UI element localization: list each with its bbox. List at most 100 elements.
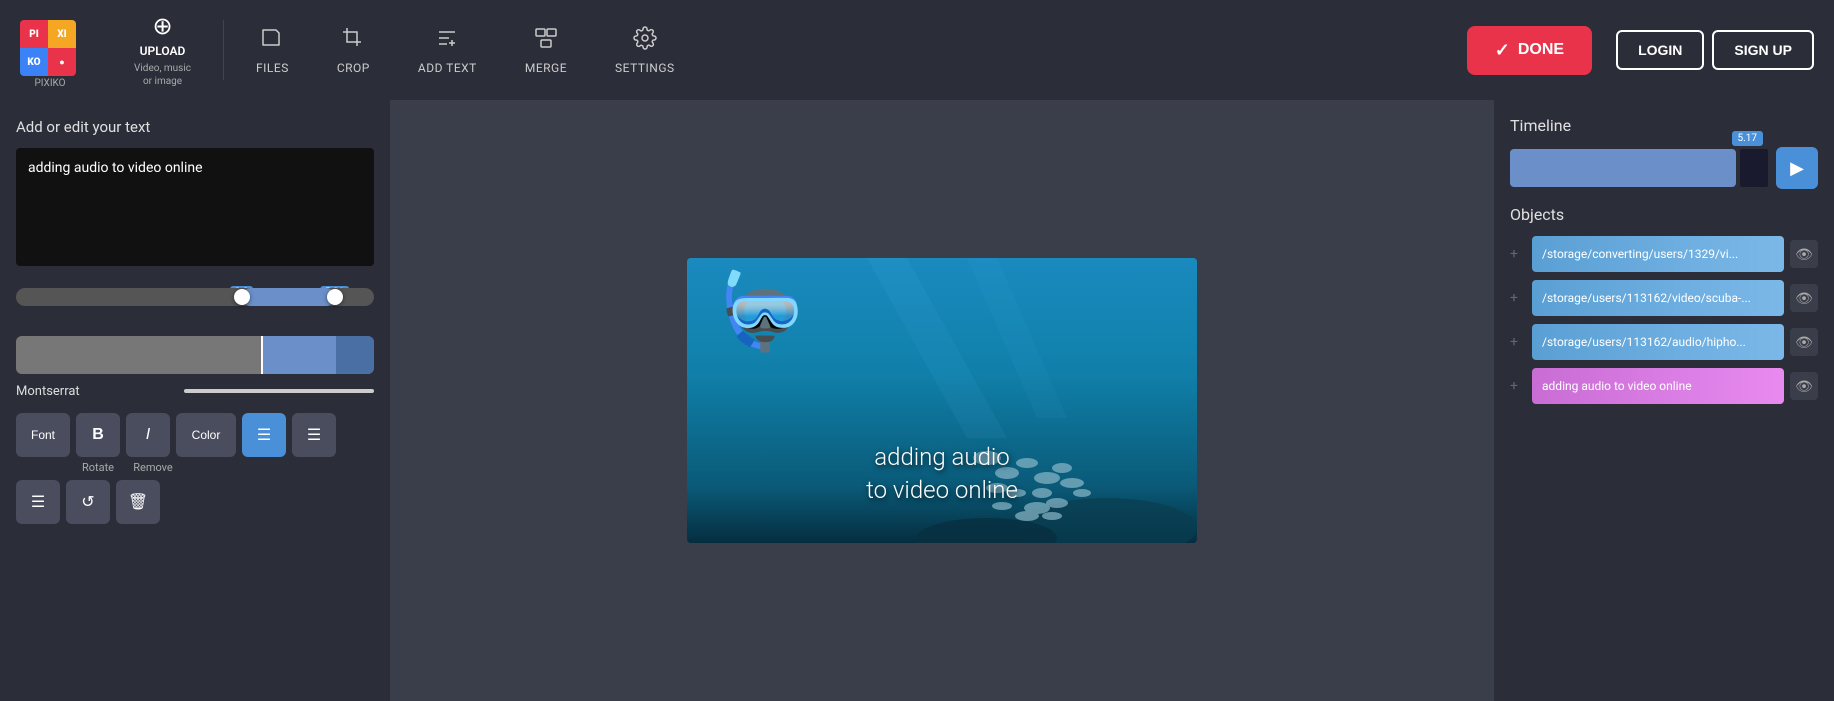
- trash-icon: 🗑: [128, 492, 148, 512]
- object-bar-4[interactable]: adding audio to video online: [1532, 368, 1784, 404]
- align-left-icon: ☰: [257, 425, 271, 445]
- video-text-line1: adding audio: [866, 441, 1018, 475]
- files-label: FILES: [256, 61, 289, 75]
- upload-icon: ⊕: [152, 12, 172, 40]
- color-label: Color: [192, 428, 221, 442]
- object-row-3: + /storage/users/113162/audio/hipho... 👁: [1510, 324, 1818, 360]
- font-label: Font: [31, 428, 55, 442]
- files-icon: [260, 26, 284, 55]
- upload-sublabel: Video, musicor image: [134, 62, 191, 88]
- italic-icon: I: [146, 426, 150, 444]
- drag-handle-4[interactable]: +: [1510, 378, 1526, 394]
- slider-handle-right[interactable]: [327, 289, 343, 305]
- color-selected: [261, 336, 336, 374]
- font-controls: Montserrat Font B I Color ☰: [16, 384, 374, 524]
- crop-label: CROP: [337, 61, 370, 75]
- drag-handle-3[interactable]: +: [1510, 334, 1526, 350]
- object-row-1: + /storage/converting/users/1329/vi... 👁: [1510, 236, 1818, 272]
- rotate-label: Rotate: [76, 461, 120, 474]
- object-bar-1[interactable]: /storage/converting/users/1329/vi...: [1532, 236, 1784, 272]
- eye-icon-3: 👁: [1795, 334, 1813, 351]
- eye-icon-1: 👁: [1795, 246, 1813, 263]
- settings-icon: [633, 26, 657, 55]
- list-button[interactable]: ☰: [16, 480, 60, 524]
- nav-upload[interactable]: ⊕ UPLOAD Video, musicor image: [110, 0, 215, 100]
- drag-handle-1[interactable]: +: [1510, 246, 1526, 262]
- play-icon: ▶: [1790, 158, 1804, 179]
- done-label: DONE: [1518, 41, 1564, 59]
- done-button[interactable]: ✓ DONE: [1467, 26, 1592, 75]
- list-icon: ☰: [31, 492, 45, 512]
- timeline-bar-container: 5.17 ▶: [1510, 147, 1818, 189]
- object-row-4: + adding audio to video online 👁: [1510, 368, 1818, 404]
- timeline-play-button[interactable]: ▶: [1776, 147, 1818, 189]
- object-eye-1[interactable]: 👁: [1790, 240, 1818, 268]
- left-panel: Add or edit your text adding audio to vi…: [0, 100, 390, 701]
- color-preview-bg: [16, 336, 261, 374]
- object-label-2: /storage/users/113162/video/scuba-...: [1542, 291, 1751, 305]
- remove-label: Remove: [126, 461, 180, 474]
- main-content: Add or edit your text adding audio to vi…: [0, 100, 1834, 701]
- object-eye-3[interactable]: 👁: [1790, 328, 1818, 356]
- bold-button[interactable]: B: [76, 413, 120, 457]
- nav-add-text[interactable]: ADD TEXT: [394, 0, 501, 100]
- add-text-icon: [435, 26, 459, 55]
- crop-icon: [341, 26, 365, 55]
- nav-divider-1: [223, 20, 224, 80]
- signup-button[interactable]: SIGN UP: [1712, 30, 1814, 70]
- object-label-1: /storage/converting/users/1329/vi...: [1542, 247, 1738, 261]
- slider-handle-left[interactable]: [234, 289, 250, 305]
- login-button[interactable]: LOGIN: [1616, 30, 1704, 70]
- timeline-section: Timeline 5.17 ▶: [1510, 116, 1818, 189]
- video-container: 🤿 adding audio to video online: [687, 258, 1197, 543]
- slider-track: [16, 288, 374, 306]
- nav-crop[interactable]: CROP: [313, 0, 394, 100]
- object-eye-4[interactable]: 👁: [1790, 372, 1818, 400]
- video-text-overlay: adding audio to video online: [866, 441, 1018, 508]
- object-label-4: adding audio to video online: [1542, 379, 1692, 393]
- timeline-marker: 5.17: [1732, 131, 1764, 146]
- add-text-label: ADD TEXT: [418, 61, 477, 75]
- logo: PI XI KO ● PIXIKO: [20, 20, 80, 80]
- video-text-line2: to video online: [866, 474, 1018, 508]
- object-bar-3[interactable]: /storage/users/113162/audio/hipho...: [1532, 324, 1784, 360]
- italic-button[interactable]: I: [126, 413, 170, 457]
- align-right-button[interactable]: ☰: [292, 413, 336, 457]
- nav-files[interactable]: FILES: [232, 0, 313, 100]
- object-label-3: /storage/users/113162/audio/hipho...: [1542, 335, 1746, 349]
- align-left-button[interactable]: ☰: [242, 413, 286, 457]
- rotate-icon: ↺: [81, 492, 94, 512]
- upload-label: UPLOAD: [140, 44, 186, 58]
- timeline-black-segment: [1740, 149, 1768, 187]
- logo-text: PIXIKO: [20, 78, 80, 89]
- color-button[interactable]: Color: [176, 413, 236, 457]
- drag-handle-2[interactable]: +: [1510, 290, 1526, 306]
- done-check-icon: ✓: [1495, 40, 1510, 61]
- panel-title: Add or edit your text: [16, 118, 374, 136]
- font-button[interactable]: Font: [16, 413, 70, 457]
- timeline-bar: [1510, 149, 1736, 187]
- timeline-title: Timeline: [1510, 116, 1818, 135]
- underwater-scene: 🤿 adding audio to video online: [687, 258, 1197, 543]
- eye-icon-4: 👁: [1795, 378, 1813, 395]
- object-bar-2[interactable]: /storage/users/113162/video/scuba-...: [1532, 280, 1784, 316]
- remove-button[interactable]: 🗑: [116, 480, 160, 524]
- merge-label: MERGE: [525, 61, 567, 75]
- rotate-button[interactable]: ↺: [66, 480, 110, 524]
- eye-icon-2: 👁: [1795, 290, 1813, 307]
- objects-title: Objects: [1510, 205, 1818, 224]
- objects-section: Objects + /storage/converting/users/1329…: [1510, 205, 1818, 404]
- bold-icon: B: [92, 426, 104, 444]
- slider-fill: [242, 288, 335, 306]
- object-row-2: + /storage/users/113162/video/scuba-... …: [1510, 280, 1818, 316]
- nav-settings[interactable]: SETTINGS: [591, 0, 699, 100]
- font-size-bar: [184, 389, 374, 393]
- color-swatch: [336, 336, 374, 374]
- object-eye-2[interactable]: 👁: [1790, 284, 1818, 312]
- text-input[interactable]: adding audio to video online: [16, 148, 374, 266]
- nav-merge[interactable]: MERGE: [501, 0, 591, 100]
- merge-icon: [534, 26, 558, 55]
- bottom-btn-row: ☰ ↺ 🗑: [16, 480, 374, 524]
- color-preview-row: [16, 336, 374, 374]
- time-range-slider[interactable]: 3.9 5.91: [16, 288, 374, 328]
